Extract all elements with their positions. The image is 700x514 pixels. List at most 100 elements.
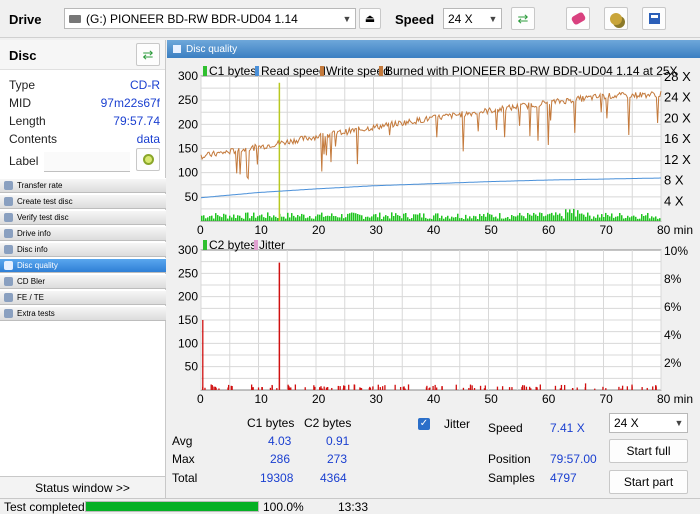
c2-bar [576,387,578,390]
c2-bar [276,388,278,390]
total-c1-value: 19308 [260,471,294,485]
drive-select[interactable]: (G:) PIONEER BD-RW BDR-UD04 1.14 ▼ [64,8,356,29]
c1-bar [493,217,495,221]
erase-button[interactable] [566,7,590,30]
c1-bar [547,214,549,221]
c1-bar [251,216,253,221]
c1-bar [403,213,405,221]
c1-bar [577,210,579,221]
c1-bar [313,218,315,221]
nav-transfer-rate[interactable]: Transfer rate [0,178,166,193]
c1-bar [639,218,641,221]
c1-bar [501,218,503,221]
chevron-down-icon: ▼ [674,418,684,428]
c1-chart: 0 10 20 30 40 50 60 70 80 min3002502001501005028… [178,64,693,237]
test-speed-value: 24 X [614,416,639,430]
c1-bar [591,218,593,221]
c1-bar [383,216,385,221]
disc-refresh-button[interactable]: ⇄ [136,43,160,66]
c1-bar [239,215,241,221]
nav-label: Transfer rate [17,181,63,190]
c2-bar [501,386,504,390]
c2-bar [331,387,333,390]
nav-cd-bler[interactable]: CD Bler [0,274,166,289]
c2-bar [539,384,541,390]
c2-bar [641,387,643,390]
test-speed-select[interactable]: 24 X ▼ [609,413,688,433]
c1-bar [401,218,403,221]
c1-grid [200,75,662,222]
c1-bar [311,218,313,221]
nav-extra-tests[interactable]: Extra tests [0,306,166,321]
c1-bar [393,215,395,221]
c2-bar [571,388,574,390]
c1-legend: C1 bytes Read speed Write speed Burned w… [203,64,678,78]
c1-bar [537,215,539,221]
c2-bar [360,387,362,390]
c1-bar [347,213,349,221]
left-panel: Disc ⇄ Type CD-R MID 97m22s67f Length 79… [0,40,166,498]
c2-bar [384,385,386,390]
nav-create-test-disc[interactable]: Create test disc [0,194,166,209]
refresh-speed-button[interactable]: ⇄ [511,7,535,30]
c2-bar [381,386,384,390]
disc-tools-button[interactable] [604,7,628,30]
disc-label-button[interactable] [136,148,160,171]
save-button[interactable] [642,7,666,30]
nav-label: Disc info [17,245,48,254]
c1-bar [655,216,657,221]
status-window-button[interactable]: Status window >> [0,476,165,498]
c2-bar [290,387,292,390]
legend-swatch [203,66,207,76]
speed-select[interactable]: 24 X ▼ [443,8,502,29]
nav-verify-test-disc[interactable]: Verify test disc [0,210,166,225]
start-full-button[interactable]: Start full [609,439,688,463]
total-c2-value: 4364 [320,471,347,485]
c2-chart: 0 10 20 30 40 50 60 70 80 min 300 250 200 150 100 50 10… [178,238,693,406]
chevron-down-icon: ▼ [488,13,498,24]
c2-bar [250,384,253,390]
y-right-tick-label: 10% [664,244,688,258]
nav-drive-info[interactable]: Drive info [0,226,166,241]
c1-bar [517,215,519,221]
c1-bar [581,213,583,221]
c1-bar [567,212,569,221]
c1-bar [625,217,627,221]
disc-contents-row: Contents data [0,130,166,148]
c2-bar [428,388,430,390]
c1-bar [375,214,377,221]
c1-bar [459,218,461,221]
legend-read-speed: Read speed [261,64,326,78]
disc-length-value: 79:57.74 [113,114,160,128]
c1-bar [601,214,603,221]
start-part-button[interactable]: Start part [609,470,688,494]
c2-bar [535,386,537,390]
c1-bar [451,216,453,221]
c2-bar [269,387,272,390]
c1-bar [605,212,607,221]
eject-button[interactable]: ⏏ [359,8,381,29]
c1-bar [471,218,473,221]
cd-bler-icon [4,277,13,286]
nav-fe-te[interactable]: FE / TE [0,290,166,305]
create-disc-icon [4,197,13,206]
c2-bar [434,384,436,390]
c1-bar [611,213,613,221]
max-c2-value: 273 [327,452,348,466]
c2-bar [403,386,405,390]
c2-bar [594,388,596,390]
jitter-checkbox[interactable]: ✓ [418,418,430,430]
c2-bar [213,386,215,390]
disc-label-row: Label [0,148,166,174]
nav-disc-quality[interactable]: Disc quality [0,258,166,273]
c1-bar [533,212,535,221]
disc-label-input[interactable] [44,152,130,172]
c1-bar [571,213,573,221]
nav-disc-info[interactable]: Disc info [0,242,166,257]
extra-tests-icon [4,309,13,318]
c1-bar [553,215,555,221]
c1-bar [485,216,487,221]
nav-label: CD Bler [17,277,46,286]
c1-bar [359,214,361,221]
c1-bar [413,214,415,221]
